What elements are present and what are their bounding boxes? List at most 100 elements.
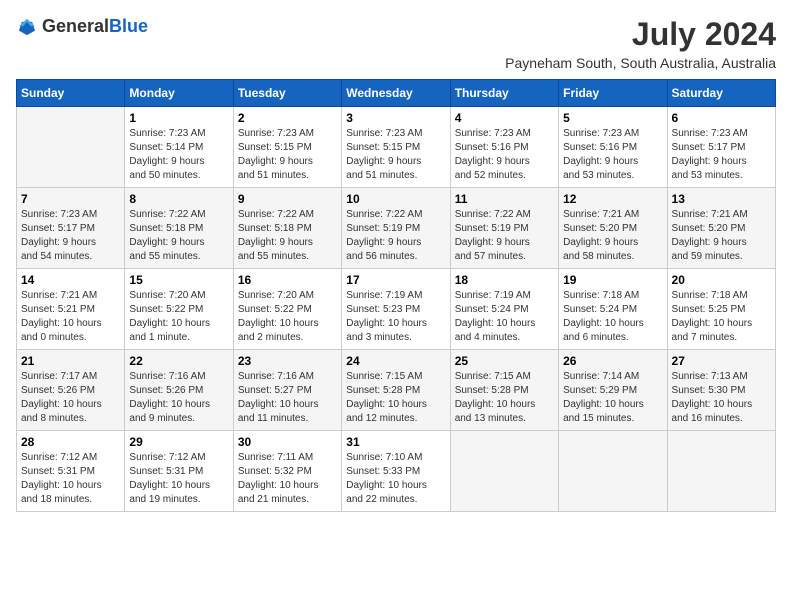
day-info: Sunrise: 7:15 AM Sunset: 5:28 PM Dayligh… xyxy=(455,370,554,426)
day-number: 9 xyxy=(238,192,337,206)
day-number: 6 xyxy=(672,111,771,125)
day-info: Sunrise: 7:19 AM Sunset: 5:23 PM Dayligh… xyxy=(346,289,445,345)
day-number: 2 xyxy=(238,111,337,125)
day-number: 8 xyxy=(129,192,228,206)
calendar-week-5: 28 Sunrise: 7:12 AM Sunset: 5:31 PM Dayli… xyxy=(17,431,776,512)
calendar-cell xyxy=(559,431,667,512)
title-block: July 2024 Payneham South, South Australi… xyxy=(505,16,776,71)
day-number: 17 xyxy=(346,273,445,287)
day-info: Sunrise: 7:16 AM Sunset: 5:27 PM Dayligh… xyxy=(238,370,337,426)
header-cell-monday: Monday xyxy=(125,80,233,107)
day-info: Sunrise: 7:10 AM Sunset: 5:33 PM Dayligh… xyxy=(346,451,445,507)
day-info: Sunrise: 7:23 AM Sunset: 5:17 PM Dayligh… xyxy=(672,127,771,183)
day-info: Sunrise: 7:22 AM Sunset: 5:18 PM Dayligh… xyxy=(129,208,228,264)
calendar-cell: 9 Sunrise: 7:22 AM Sunset: 5:18 PM Daylig… xyxy=(233,188,341,269)
day-info: Sunrise: 7:17 AM Sunset: 5:26 PM Dayligh… xyxy=(21,370,120,426)
logo-icon xyxy=(16,16,38,38)
day-info: Sunrise: 7:18 AM Sunset: 5:24 PM Dayligh… xyxy=(563,289,662,345)
calendar-table: SundayMondayTuesdayWednesdayThursdayFrid… xyxy=(16,79,776,512)
day-number: 5 xyxy=(563,111,662,125)
day-number: 10 xyxy=(346,192,445,206)
day-number: 14 xyxy=(21,273,120,287)
calendar-cell xyxy=(17,107,125,188)
day-number: 20 xyxy=(672,273,771,287)
day-number: 3 xyxy=(346,111,445,125)
day-number: 28 xyxy=(21,435,120,449)
day-info: Sunrise: 7:15 AM Sunset: 5:28 PM Dayligh… xyxy=(346,370,445,426)
day-info: Sunrise: 7:20 AM Sunset: 5:22 PM Dayligh… xyxy=(238,289,337,345)
calendar-cell: 25 Sunrise: 7:15 AM Sunset: 5:28 PM Dayli… xyxy=(450,350,558,431)
day-info: Sunrise: 7:23 AM Sunset: 5:17 PM Dayligh… xyxy=(21,208,120,264)
day-number: 18 xyxy=(455,273,554,287)
day-number: 24 xyxy=(346,354,445,368)
day-info: Sunrise: 7:16 AM Sunset: 5:26 PM Dayligh… xyxy=(129,370,228,426)
day-info: Sunrise: 7:11 AM Sunset: 5:32 PM Dayligh… xyxy=(238,451,337,507)
day-number: 12 xyxy=(563,192,662,206)
day-number: 25 xyxy=(455,354,554,368)
header-cell-thursday: Thursday xyxy=(450,80,558,107)
day-info: Sunrise: 7:23 AM Sunset: 5:15 PM Dayligh… xyxy=(346,127,445,183)
month-title: July 2024 xyxy=(505,16,776,53)
day-number: 27 xyxy=(672,354,771,368)
day-info: Sunrise: 7:21 AM Sunset: 5:20 PM Dayligh… xyxy=(563,208,662,264)
calendar-cell: 19Sunrise: 7:18 AM Sunset: 5:24 PM Dayli… xyxy=(559,269,667,350)
calendar-cell: 27 Sunrise: 7:13 AM Sunset: 5:30 PM Dayli… xyxy=(667,350,775,431)
calendar-cell xyxy=(667,431,775,512)
logo-general-text: GeneralBlue xyxy=(42,17,148,37)
day-info: Sunrise: 7:23 AM Sunset: 5:16 PM Dayligh… xyxy=(455,127,554,183)
calendar-cell: 18Sunrise: 7:19 AM Sunset: 5:24 PM Dayli… xyxy=(450,269,558,350)
calendar-week-1: 1Sunrise: 7:23 AM Sunset: 5:14 PM Daylig… xyxy=(17,107,776,188)
calendar-cell: 4 Sunrise: 7:23 AM Sunset: 5:16 PM Daylig… xyxy=(450,107,558,188)
calendar-week-3: 14 Sunrise: 7:21 AM Sunset: 5:21 PM Dayli… xyxy=(17,269,776,350)
day-info: Sunrise: 7:23 AM Sunset: 5:14 PM Dayligh… xyxy=(129,127,228,183)
page-header: GeneralBlue July 2024 Payneham South, So… xyxy=(16,16,776,71)
calendar-week-4: 21 Sunrise: 7:17 AM Sunset: 5:26 PM Dayli… xyxy=(17,350,776,431)
calendar-week-2: 7 Sunrise: 7:23 AM Sunset: 5:17 PM Daylig… xyxy=(17,188,776,269)
calendar-cell: 3 Sunrise: 7:23 AM Sunset: 5:15 PM Daylig… xyxy=(342,107,450,188)
calendar-cell: 12 Sunrise: 7:21 AM Sunset: 5:20 PM Dayli… xyxy=(559,188,667,269)
calendar-cell: 10 Sunrise: 7:22 AM Sunset: 5:19 PM Dayli… xyxy=(342,188,450,269)
day-number: 22 xyxy=(129,354,228,368)
day-info: Sunrise: 7:18 AM Sunset: 5:25 PM Dayligh… xyxy=(672,289,771,345)
day-info: Sunrise: 7:21 AM Sunset: 5:20 PM Dayligh… xyxy=(672,208,771,264)
calendar-cell: 20 Sunrise: 7:18 AM Sunset: 5:25 PM Dayli… xyxy=(667,269,775,350)
header-cell-friday: Friday xyxy=(559,80,667,107)
day-info: Sunrise: 7:23 AM Sunset: 5:15 PM Dayligh… xyxy=(238,127,337,183)
calendar-cell: 30 Sunrise: 7:11 AM Sunset: 5:32 PM Dayli… xyxy=(233,431,341,512)
calendar-cell: 23 Sunrise: 7:16 AM Sunset: 5:27 PM Dayli… xyxy=(233,350,341,431)
day-info: Sunrise: 7:20 AM Sunset: 5:22 PM Dayligh… xyxy=(129,289,228,345)
calendar-cell: 16 Sunrise: 7:20 AM Sunset: 5:22 PM Dayli… xyxy=(233,269,341,350)
location-title: Payneham South, South Australia, Austral… xyxy=(505,55,776,71)
day-number: 16 xyxy=(238,273,337,287)
calendar-cell: 17 Sunrise: 7:19 AM Sunset: 5:23 PM Dayli… xyxy=(342,269,450,350)
day-info: Sunrise: 7:22 AM Sunset: 5:18 PM Dayligh… xyxy=(238,208,337,264)
day-number: 4 xyxy=(455,111,554,125)
calendar-cell: 13Sunrise: 7:21 AM Sunset: 5:20 PM Dayli… xyxy=(667,188,775,269)
calendar-cell: 24 Sunrise: 7:15 AM Sunset: 5:28 PM Dayli… xyxy=(342,350,450,431)
calendar-body: 1Sunrise: 7:23 AM Sunset: 5:14 PM Daylig… xyxy=(17,107,776,512)
day-number: 26 xyxy=(563,354,662,368)
header-cell-saturday: Saturday xyxy=(667,80,775,107)
calendar-cell: 29Sunrise: 7:12 AM Sunset: 5:31 PM Dayli… xyxy=(125,431,233,512)
day-number: 7 xyxy=(21,192,120,206)
calendar-cell: 28 Sunrise: 7:12 AM Sunset: 5:31 PM Dayli… xyxy=(17,431,125,512)
day-info: Sunrise: 7:14 AM Sunset: 5:29 PM Dayligh… xyxy=(563,370,662,426)
logo: GeneralBlue xyxy=(16,16,148,38)
day-info: Sunrise: 7:21 AM Sunset: 5:21 PM Dayligh… xyxy=(21,289,120,345)
header-cell-wednesday: Wednesday xyxy=(342,80,450,107)
calendar-cell: 1Sunrise: 7:23 AM Sunset: 5:14 PM Daylig… xyxy=(125,107,233,188)
day-number: 21 xyxy=(21,354,120,368)
day-info: Sunrise: 7:13 AM Sunset: 5:30 PM Dayligh… xyxy=(672,370,771,426)
header-cell-sunday: Sunday xyxy=(17,80,125,107)
calendar-cell: 2 Sunrise: 7:23 AM Sunset: 5:15 PM Daylig… xyxy=(233,107,341,188)
day-number: 30 xyxy=(238,435,337,449)
day-info: Sunrise: 7:22 AM Sunset: 5:19 PM Dayligh… xyxy=(346,208,445,264)
day-number: 23 xyxy=(238,354,337,368)
calendar-cell: 11Sunrise: 7:22 AM Sunset: 5:19 PM Dayli… xyxy=(450,188,558,269)
day-info: Sunrise: 7:22 AM Sunset: 5:19 PM Dayligh… xyxy=(455,208,554,264)
header-cell-tuesday: Tuesday xyxy=(233,80,341,107)
calendar-cell xyxy=(450,431,558,512)
calendar-cell: 6 Sunrise: 7:23 AM Sunset: 5:17 PM Daylig… xyxy=(667,107,775,188)
day-number: 15 xyxy=(129,273,228,287)
day-info: Sunrise: 7:12 AM Sunset: 5:31 PM Dayligh… xyxy=(21,451,120,507)
